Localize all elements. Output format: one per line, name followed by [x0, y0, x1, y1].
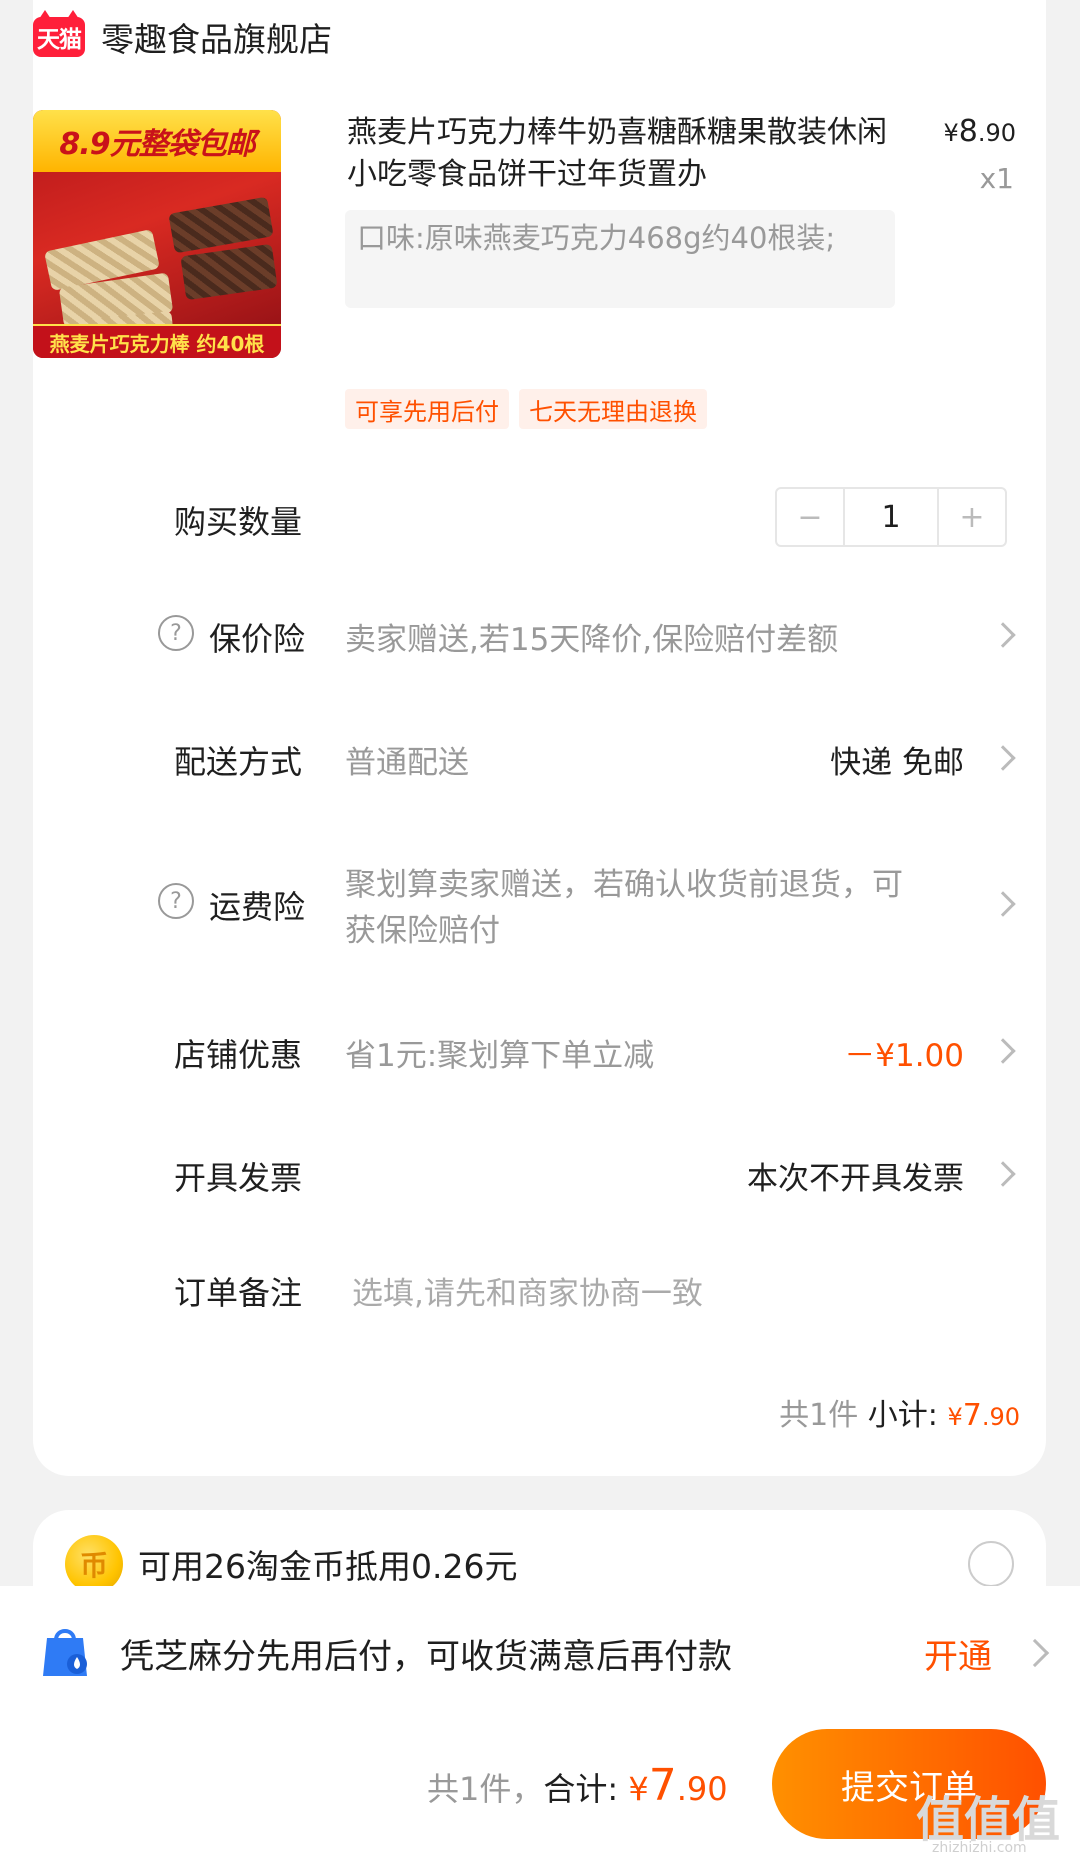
total-int: 7 — [648, 1760, 677, 1811]
store-header[interactable]: 天猫 零趣食品旗舰店 — [33, 10, 332, 61]
shopping-bag-icon — [43, 1629, 87, 1676]
subtotal-label: 小计: — [867, 1398, 938, 1433]
quantity-stepper: − 1 + — [775, 487, 1007, 547]
tmall-badge-icon: 天猫 — [33, 10, 85, 57]
store-name[interactable]: 零趣食品旗舰店 — [101, 13, 332, 61]
order-total: 共1件，合计: ¥7.90 — [427, 1760, 728, 1811]
store-discount-value: －¥1.00 — [844, 1038, 964, 1074]
price-dec: .90 — [977, 119, 1016, 147]
pay-later-text: 凭芝麻分先用后付，可收货满意后再付款 — [120, 1637, 732, 1677]
invoice-row[interactable]: 开具发票 本次不开具发票 — [0, 1139, 1080, 1209]
subtotal-dec: .90 — [981, 1403, 1020, 1431]
freight-insurance-row[interactable]: ? 运费险 聚划算卖家赠送，若确认收货前退货，可 获保险赔付 — [0, 855, 1080, 955]
coins-text: 可用26淘金币抵用0.26元 — [138, 1547, 518, 1586]
price-protection-row[interactable]: ? 保价险 卖家赠送,若15天降价,保险赔付差额 — [0, 600, 1080, 670]
product-image[interactable]: 8.9元整袋包邮 燕麦片巧克力棒 约40根 — [33, 110, 281, 358]
activate-link[interactable]: 开通 — [924, 1629, 992, 1678]
freight-insurance-desc-line2: 获保险赔付 — [345, 913, 500, 949]
increment-button[interactable]: + — [939, 489, 1005, 545]
quantity-label: 购买数量 — [174, 503, 303, 541]
product-title[interactable]: 燕麦片巧克力棒牛奶喜糖酥糖果散装休闲小吃零食品饼干过年货置办 — [347, 112, 887, 196]
gold-coin-icon: 币 — [65, 1535, 123, 1593]
order-note-input[interactable]: 选填,请先和商家协商一致 — [352, 1268, 703, 1313]
invoice-value: 本次不开具发票 — [747, 1161, 964, 1197]
shipping-label: 配送方式 — [174, 743, 303, 781]
total-dec: .90 — [676, 1770, 728, 1808]
tag-pay-later: 可享先用后付 — [345, 389, 509, 429]
chevron-right-icon — [990, 1038, 1016, 1064]
subtotal-int: 7 — [962, 1398, 982, 1433]
order-note-row: 订单备注 选填,请先和商家协商一致 — [0, 1254, 1080, 1324]
help-icon[interactable]: ? — [158, 883, 194, 919]
chevron-right-icon — [990, 1161, 1016, 1187]
shipping-desc: 普通配送 — [345, 745, 469, 781]
currency-symbol: ¥ — [628, 1770, 649, 1808]
help-icon[interactable]: ? — [158, 615, 194, 651]
freight-insurance-label: 运费险 — [209, 888, 306, 926]
shipping-value: 快递 免邮 — [830, 745, 964, 781]
service-tags: 可享先用后付 七天无理由退换 — [345, 389, 707, 429]
chocolate-bar-graphic — [180, 243, 278, 301]
store-discount-row[interactable]: 店铺优惠 省1元:聚划算下单立减 －¥1.00 — [0, 1016, 1080, 1086]
total-label: 合计: — [543, 1770, 619, 1808]
subtotal-amount: ¥7.90 — [947, 1398, 1020, 1433]
product-price: ¥8.90 — [943, 114, 1016, 149]
product-image-banner-bottom: 燕麦片巧克力棒 约40根 — [33, 324, 281, 358]
total-count: 共1件， — [427, 1770, 544, 1808]
product-spec: 口味:原味燕麦巧克力468g约40根装; — [345, 210, 895, 308]
coins-radio[interactable] — [968, 1541, 1014, 1587]
watermark-url: zhizhizhi.com — [932, 1840, 1027, 1856]
chevron-right-icon — [990, 622, 1016, 648]
shipping-row[interactable]: 配送方式 普通配送 快递 免邮 — [0, 723, 1080, 793]
decrement-button[interactable]: − — [777, 489, 843, 545]
store-discount-desc: 省1元:聚划算下单立减 — [345, 1038, 655, 1074]
price-int: 8 — [958, 114, 978, 149]
freight-insurance-desc-line1: 聚划算卖家赠送，若确认收货前退货，可 — [345, 867, 903, 903]
tag-seven-day-return: 七天无理由退换 — [519, 389, 707, 429]
store-discount-label: 店铺优惠 — [174, 1036, 303, 1074]
total-amount: ¥7.90 — [628, 1760, 728, 1811]
chevron-right-icon — [990, 891, 1016, 917]
currency-symbol: ¥ — [947, 1403, 963, 1431]
price-protection-desc: 卖家赠送,若15天降价,保险赔付差额 — [345, 622, 839, 658]
chevron-right-icon — [990, 745, 1016, 771]
quantity-input[interactable]: 1 — [843, 489, 939, 545]
price-protection-label: 保价险 — [209, 620, 306, 658]
invoice-label: 开具发票 — [174, 1159, 303, 1197]
subtotal-count: 共1件 — [779, 1398, 859, 1433]
order-note-label: 订单备注 — [174, 1274, 303, 1312]
subtotal: 共1件 小计: ¥7.90 — [779, 1390, 1020, 1434]
product-image-banner-top: 8.9元整袋包邮 — [33, 110, 281, 172]
price-symbol: ¥ — [943, 119, 959, 147]
product-quantity: x1 — [979, 162, 1014, 195]
